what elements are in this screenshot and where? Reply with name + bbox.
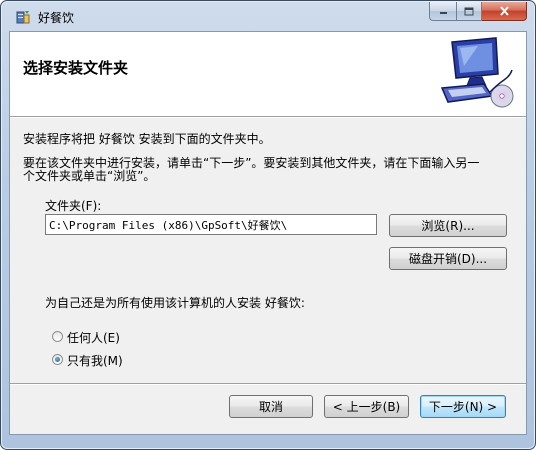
computer-setup-icon <box>440 37 514 108</box>
footer-separator <box>10 383 526 385</box>
installer-window: 好餐饮 选择安装文件夹 安装程序将把 好餐饮 安装到下面的文件夹中。 要在该文件… <box>0 0 536 450</box>
minimize-icon <box>439 12 447 14</box>
back-button[interactable]: < 上一步(B) <box>324 395 409 418</box>
just-me-radio[interactable] <box>52 354 63 365</box>
install-for-question: 为自己还是为所有使用该计算机的人安装 好餐饮: <box>45 296 305 310</box>
close-button[interactable] <box>482 2 527 21</box>
page-title: 选择安装文件夹 <box>23 59 129 77</box>
installer-app-icon <box>16 11 30 24</box>
browse-button[interactable]: 浏览(R)... <box>389 214 507 237</box>
maximize-icon <box>464 7 474 15</box>
window-title: 好餐饮 <box>38 11 75 25</box>
banner-divider <box>10 117 526 118</box>
disk-cost-button[interactable]: 磁盘开销(D)... <box>389 247 507 270</box>
intro-text: 安装程序将把 好餐饮 安装到下面的文件夹中。 <box>23 132 271 146</box>
everyone-radio-label[interactable]: 任何人(E) <box>67 329 120 346</box>
folder-path-input[interactable] <box>45 214 377 235</box>
everyone-radio[interactable] <box>52 331 63 342</box>
header-banner: 选择安装文件夹 <box>10 32 526 117</box>
just-me-radio-label[interactable]: 只有我(M) <box>67 352 123 369</box>
dialog-client-area: 选择安装文件夹 安装程序将把 好餐饮 安装到下面的文件夹中。 要在该文件夹中进行… <box>9 31 527 435</box>
instructions-line-2: 个文件夹或单击“浏览”。 <box>23 169 156 183</box>
maximize-button[interactable] <box>456 2 482 21</box>
minimize-button[interactable] <box>429 2 456 21</box>
title-bar[interactable]: 好餐饮 <box>1 1 535 32</box>
close-icon <box>499 6 509 16</box>
next-button[interactable]: 下一步(N) > <box>420 395 506 418</box>
cancel-button[interactable]: 取消 <box>229 395 313 418</box>
caption-buttons <box>429 2 527 21</box>
folder-label: 文件夹(F): <box>45 199 102 213</box>
